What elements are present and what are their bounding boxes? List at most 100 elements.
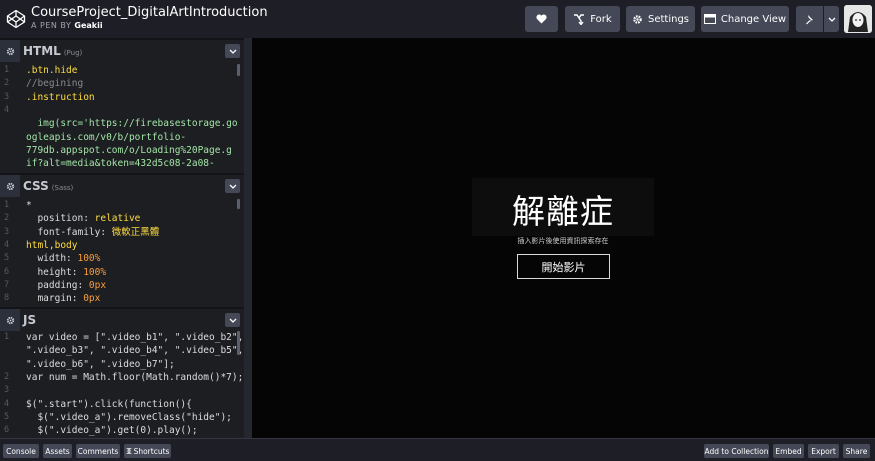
html-editor: HTML (Pug) 1 .btn.hide 2 //begining 3 .in… [0, 40, 244, 173]
preview-instruction: 插入影片後使用資訊探索存在 [517, 237, 609, 245]
change-view-button[interactable]: Change View [701, 6, 789, 32]
css-preprocessor: (Sass) [51, 184, 74, 192]
code-selector: * [26, 200, 32, 211]
pen-title[interactable]: CourseProject_DigitalArtIntroduction [31, 5, 268, 20]
code-property: margin: [26, 293, 84, 305]
css-scrollbar[interactable] [237, 199, 240, 209]
code-line: var video = [".video_b1", ".video_b2", [26, 332, 244, 343]
embed-button[interactable]: Embed [773, 444, 804, 458]
line-number: 4 [4, 104, 10, 115]
change-view-label: Change View [720, 13, 787, 25]
console-button[interactable]: Console [3, 444, 39, 458]
html-title-text: HTML [23, 44, 61, 58]
line-number: 2 [4, 213, 10, 224]
fork-button[interactable]: Fork [565, 6, 620, 32]
gear-icon [6, 47, 14, 55]
chevron-down-icon [229, 184, 236, 189]
code-value: 0px [88, 279, 107, 291]
shortcuts-label: Shortcuts [133, 446, 170, 456]
css-pane-header: CSS (Sass) [0, 175, 244, 197]
code-line: //begining [26, 78, 84, 90]
line-number: 5 [4, 253, 10, 264]
css-title-text: CSS [23, 179, 49, 193]
js-pane-title: JS [23, 313, 37, 327]
pin-menu-button[interactable] [824, 6, 839, 32]
js-editor: JS 1 var video = [".video_b1", ".video_b… [0, 309, 244, 438]
code-line: font-family: 微軟正黑體 [26, 226, 159, 239]
js-scrollbar[interactable] [237, 331, 240, 355]
code-line: margin: 0px [26, 292, 100, 305]
css-settings-button[interactable] [0, 175, 20, 197]
code-line: $(".video_a").get(0).play(); [26, 425, 198, 437]
code-property: height: [26, 266, 84, 278]
line-number: 4 [4, 239, 10, 250]
byline-prefix: A PEN BY [31, 21, 72, 30]
top-bar: CourseProject_DigitalArtIntroduction A P… [0, 0, 875, 38]
js-pane-menu-button[interactable] [225, 313, 240, 327]
line-number: 1 [4, 200, 10, 210]
assets-button[interactable]: Assets [43, 444, 72, 458]
share-button[interactable]: Share [843, 444, 870, 458]
editor-panes: HTML (Pug) 1 .btn.hide 2 //begining 3 .in… [0, 38, 252, 438]
pen-byline: A PEN BY Geakii [31, 21, 103, 30]
code-selector: html,body [26, 239, 78, 251]
line-number: 8 [4, 293, 10, 304]
code-value: 微軟正黑體 [111, 226, 160, 238]
avatar[interactable] [844, 5, 872, 33]
fork-label: Fork [590, 13, 612, 25]
code-value: 0px [83, 293, 101, 305]
line-number: 1 [4, 332, 10, 342]
code-line: position: relative [26, 212, 140, 225]
html-pane-menu-button[interactable] [225, 44, 240, 58]
line-number: 3 [4, 385, 10, 396]
layout-icon [703, 14, 716, 24]
html-scrollbar[interactable] [237, 64, 240, 76]
comments-button[interactable]: Comments [76, 444, 120, 458]
code-value: 100% [83, 266, 107, 278]
chevron-down-icon [828, 17, 835, 22]
user-avatar-icon [844, 5, 872, 33]
settings-label: Settings [647, 13, 689, 25]
pin-icon [805, 14, 813, 24]
code-property: padding: [26, 279, 89, 291]
pin-button[interactable] [796, 6, 823, 32]
line-number: 6 [4, 425, 10, 436]
code-line: if?alt=media&token=432d5c08-2a08- [26, 158, 215, 170]
code-line: 779db.appspot.com/o/Loading%20Page.g [26, 144, 232, 156]
code-property: position: [26, 213, 95, 225]
code-line: ".video_b6", ".video_b7"]; [26, 358, 175, 370]
code-line: .btn.hide [26, 65, 78, 76]
pane-resize-handle[interactable] [244, 38, 252, 438]
css-pane-title: CSS (Sass) [23, 179, 73, 193]
line-number: 2 [4, 78, 10, 89]
css-pane-menu-button[interactable] [225, 179, 240, 193]
export-button[interactable]: Export [808, 444, 839, 458]
css-editor: CSS (Sass) 1 * 2 position: relative 3 fon… [0, 175, 244, 307]
start-video-button[interactable]: 開始影片 [517, 254, 610, 279]
heart-icon [536, 14, 547, 24]
code-value: relative [94, 213, 141, 225]
fork-icon [574, 13, 585, 25]
chevron-down-icon [229, 49, 236, 54]
js-settings-button[interactable] [0, 309, 20, 331]
codepen-logo-icon[interactable] [6, 9, 26, 29]
code-line: .instruction [26, 91, 95, 103]
code-line: padding: 0px [26, 279, 106, 292]
code-line: img(src='https://firebasestorage.go [26, 118, 238, 130]
line-number: 2 [4, 371, 10, 382]
code-line: $(".video_a").removeClass("hide"); [26, 411, 232, 423]
settings-button[interactable]: Settings [626, 6, 695, 32]
html-pane-title: HTML (Pug) [23, 44, 82, 58]
preview-frame: 解離症 插入影片後使用資訊探索存在 開始影片 [252, 38, 875, 438]
love-button[interactable] [525, 6, 558, 32]
html-settings-button[interactable] [0, 40, 20, 62]
html-pane-header: HTML (Pug) [0, 40, 244, 62]
shortcuts-button[interactable]: Shortcuts [124, 444, 171, 458]
command-key-icon [126, 448, 131, 454]
line-number: 5 [4, 411, 10, 422]
code-value: 100% [77, 253, 101, 265]
line-number: 1 [4, 65, 10, 75]
author-link[interactable]: Geakii [74, 21, 102, 30]
add-to-collection-button[interactable]: Add to Collection [704, 444, 769, 458]
code-line: $(".start").click(function(){ [26, 398, 192, 410]
